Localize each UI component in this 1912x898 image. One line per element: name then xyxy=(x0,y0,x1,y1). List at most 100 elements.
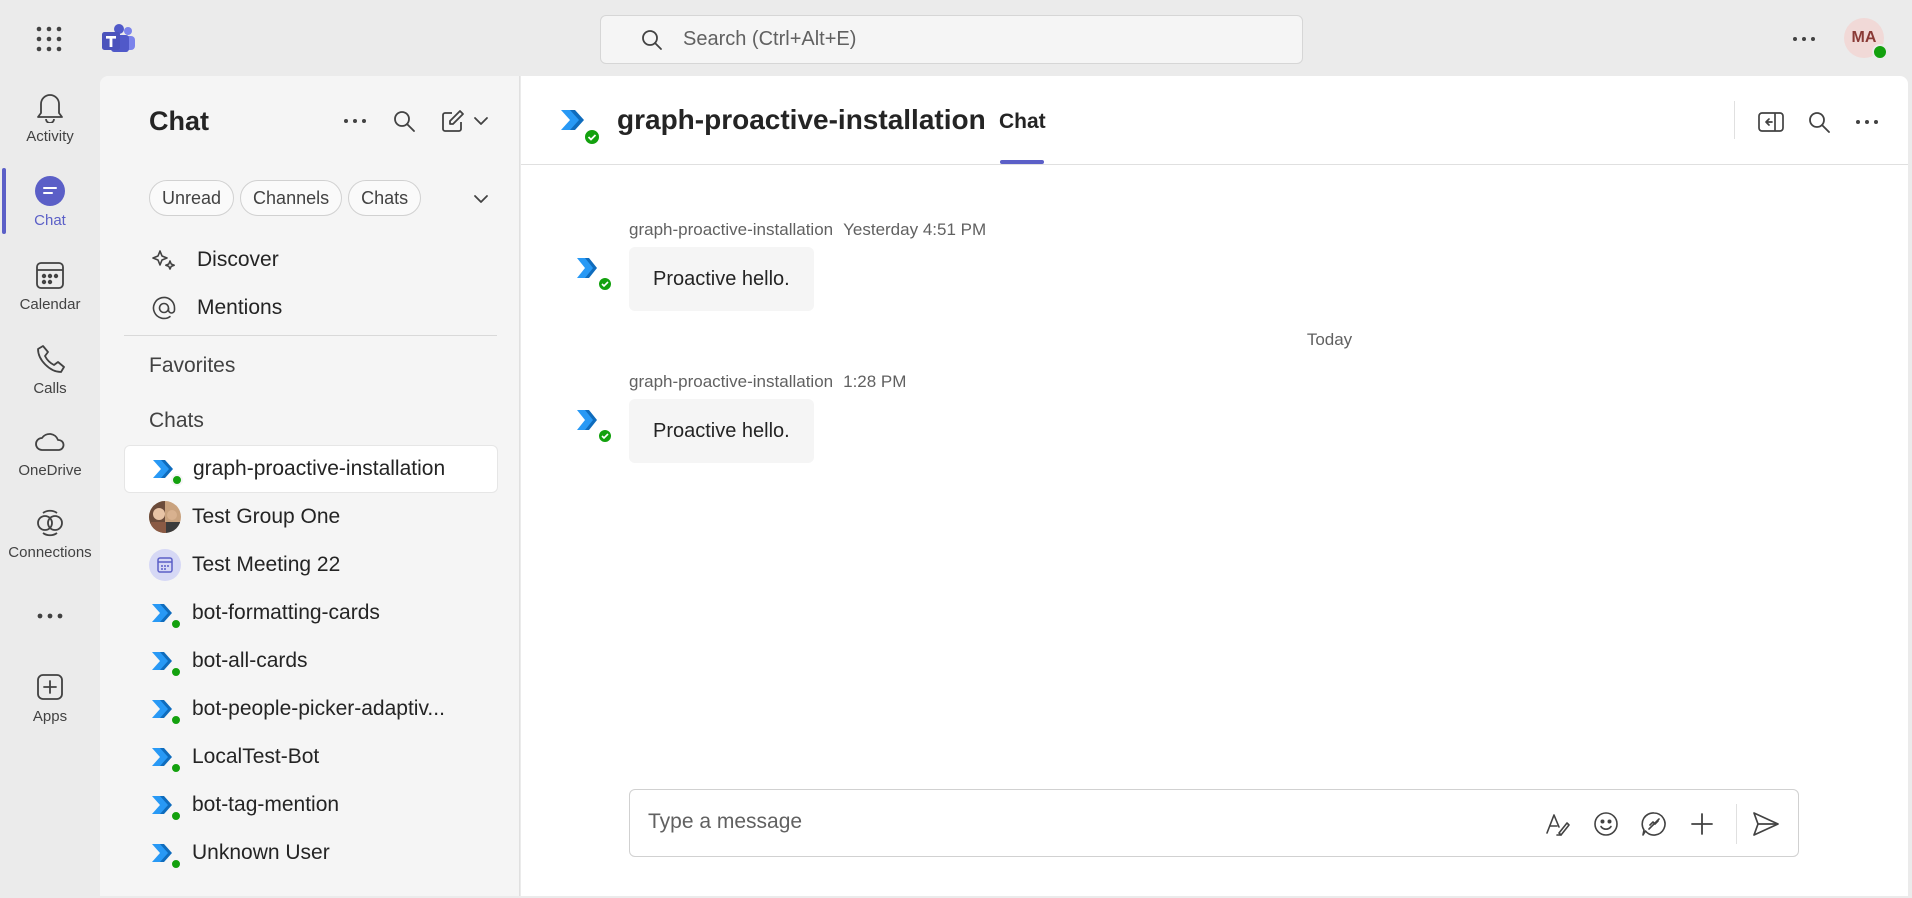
rail-more-apps[interactable] xyxy=(0,592,100,632)
tab-chat[interactable]: Chat xyxy=(999,110,1046,134)
top-bar: MA xyxy=(0,0,1912,76)
message-composer xyxy=(629,789,1799,857)
rail-item-calendar[interactable]: Calendar xyxy=(0,250,100,326)
bot-avatar xyxy=(577,408,613,444)
search-input[interactable] xyxy=(683,28,1243,51)
presence-available-icon xyxy=(170,762,182,774)
chat-icon xyxy=(33,174,67,208)
nav-mentions[interactable]: Mentions xyxy=(149,290,282,326)
rail-item-label: Chat xyxy=(34,212,66,229)
divider xyxy=(1736,804,1737,844)
more-options-icon[interactable] xyxy=(340,106,370,136)
nav-discover[interactable]: Discover xyxy=(149,242,279,278)
bell-icon xyxy=(33,90,67,124)
bot-avatar xyxy=(149,741,182,774)
connections-icon xyxy=(33,506,67,540)
chat-item[interactable]: Test Meeting 22 xyxy=(124,541,498,589)
chat-name: Unknown User xyxy=(192,841,330,864)
phone-icon xyxy=(33,342,67,376)
at-icon xyxy=(149,293,179,323)
rail-item-chat[interactable]: Chat xyxy=(0,166,100,242)
search-icon[interactable] xyxy=(389,106,419,136)
chat-name: Test Group One xyxy=(192,505,341,528)
rail-item-label: Calendar xyxy=(19,296,81,313)
presence-available-icon xyxy=(170,714,182,726)
bot-icon xyxy=(577,410,613,444)
rail-item-label: OneDrive xyxy=(18,462,82,479)
presence-available-icon xyxy=(170,618,182,630)
message-meta: graph-proactive-installation 1:28 PM xyxy=(629,372,906,392)
chat-item[interactable]: bot-people-picker-adaptiv... xyxy=(124,685,498,733)
meeting-calendar-icon xyxy=(149,549,181,581)
emoji-icon[interactable] xyxy=(1592,810,1620,838)
filter-channels[interactable]: Channels xyxy=(240,180,343,216)
loop-component-icon[interactable] xyxy=(1640,810,1668,838)
conversation-title: graph-proactive-installation xyxy=(617,104,986,135)
chat-item[interactable]: bot-formatting-cards xyxy=(124,589,498,637)
chat-name: Test Meeting 22 xyxy=(192,553,341,576)
chat-name: bot-all-cards xyxy=(192,649,308,672)
more-options-icon[interactable] xyxy=(1790,28,1818,50)
chat-item[interactable]: bot-all-cards xyxy=(124,637,498,685)
new-chat-button[interactable] xyxy=(435,106,495,136)
plus-icon[interactable] xyxy=(1688,810,1716,838)
date-separator: Today xyxy=(521,330,1908,350)
presence-available-icon xyxy=(171,474,183,486)
more-icon xyxy=(33,600,67,632)
chat-item[interactable]: graph-proactive-installation xyxy=(124,445,498,493)
chat-list-panel: Chat Unread Channels Chats Discover Ment… xyxy=(100,76,520,896)
chat-name: bot-tag-mention xyxy=(192,793,340,816)
message-meta: graph-proactive-installation Yesterday 4:… xyxy=(629,220,986,240)
message-bubble[interactable]: Proactive hello. xyxy=(629,399,814,463)
more-options-icon[interactable] xyxy=(1853,108,1881,136)
sparkle-icon xyxy=(149,245,179,275)
rail-item-label: Activity xyxy=(26,128,74,145)
conversation-header: graph-proactive-installation Chat xyxy=(521,76,1908,165)
add-app-icon xyxy=(33,670,67,704)
chat-item[interactable]: bot-tag-mention xyxy=(124,781,498,829)
chat-name: LocalTest-Bot xyxy=(192,745,320,768)
send-icon[interactable] xyxy=(1752,810,1780,838)
group-avatar xyxy=(149,501,181,533)
app-launcher-icon[interactable] xyxy=(36,26,62,52)
chat-item[interactable]: Unknown User xyxy=(124,829,498,877)
search-icon[interactable] xyxy=(1805,108,1833,136)
chevron-down-icon[interactable] xyxy=(472,190,490,208)
message-time: Yesterday 4:51 PM xyxy=(843,220,987,239)
chat-item[interactable]: Test Group One xyxy=(124,493,498,541)
nav-label: Discover xyxy=(197,248,279,271)
rail-item-connections[interactable]: Connections xyxy=(0,498,100,574)
tab-active-indicator xyxy=(1000,160,1044,164)
nav-label: Mentions xyxy=(197,296,283,319)
search-box[interactable] xyxy=(600,15,1303,64)
chevron-down-icon xyxy=(474,117,488,125)
rail-item-onedrive[interactable]: OneDrive xyxy=(0,416,100,492)
rail-item-label: Apps xyxy=(32,708,68,725)
rail-item-apps[interactable]: Apps xyxy=(0,662,100,738)
section-favorites[interactable]: Favorites xyxy=(149,354,235,378)
filter-unread[interactable]: Unread xyxy=(149,180,235,216)
open-side-panel-icon[interactable] xyxy=(1757,108,1785,136)
message-input[interactable] xyxy=(648,810,1488,834)
app-rail: Activity Chat Calendar Calls OneDrive Co… xyxy=(0,76,100,898)
bot-avatar xyxy=(149,645,182,678)
divider xyxy=(1734,101,1735,139)
rail-item-calls[interactable]: Calls xyxy=(0,334,100,410)
filter-chats[interactable]: Chats xyxy=(348,180,422,216)
avatar-initials: MA xyxy=(1851,29,1877,46)
calendar-icon xyxy=(33,258,67,292)
rail-item-label: Connections xyxy=(8,544,92,561)
meeting-avatar xyxy=(149,549,181,581)
bot-avatar xyxy=(149,789,182,822)
rail-item-activity[interactable]: Activity xyxy=(0,82,100,158)
presence-available-icon xyxy=(1872,44,1888,60)
format-text-icon[interactable] xyxy=(1544,810,1572,838)
user-avatar[interactable]: MA xyxy=(1844,18,1888,60)
chat-name: bot-formatting-cards xyxy=(192,601,380,624)
bot-icon xyxy=(561,110,601,146)
teams-logo-icon xyxy=(102,24,136,54)
conversation-pane: graph-proactive-installation Chat graph-… xyxy=(521,76,1908,896)
section-chats[interactable]: Chats xyxy=(149,409,204,433)
message-bubble[interactable]: Proactive hello. xyxy=(629,247,814,311)
chat-item[interactable]: LocalTest-Bot xyxy=(124,733,498,781)
